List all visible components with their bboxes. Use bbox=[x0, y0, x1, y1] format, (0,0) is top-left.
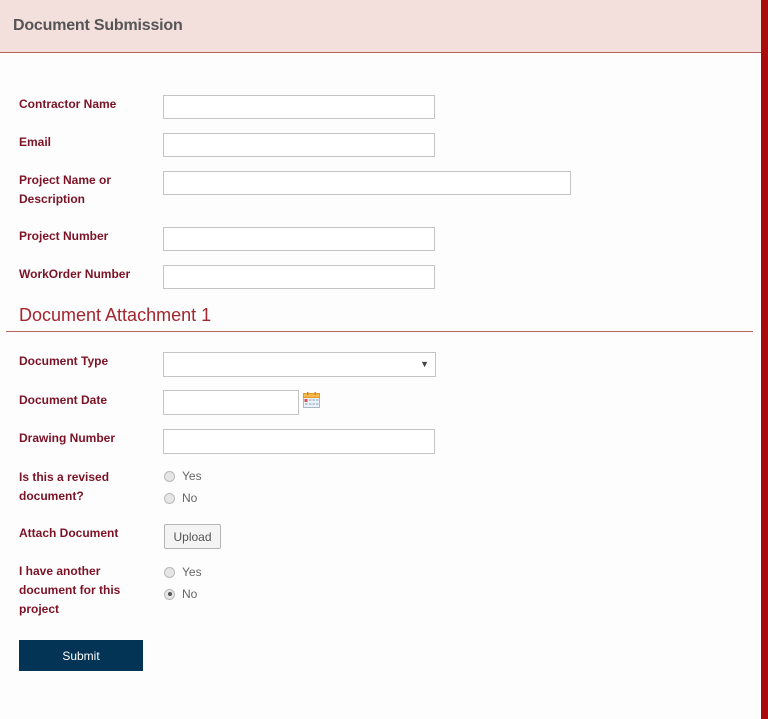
document-date-input[interactable] bbox=[163, 390, 299, 415]
another-label-line3: project bbox=[19, 602, 60, 616]
calendar-icon[interactable] bbox=[303, 392, 320, 408]
document-type-label: Document Type bbox=[19, 354, 109, 368]
caret-down-icon: ▼ bbox=[420, 359, 429, 369]
contractor-name-label: Contractor Name bbox=[19, 97, 117, 111]
submit-button[interactable]: Submit bbox=[19, 640, 143, 671]
email-label: Email bbox=[19, 135, 52, 149]
drawing-number-label: Drawing Number bbox=[19, 431, 116, 445]
revised-label-line1: Is this a revised bbox=[19, 470, 110, 484]
contractor-name-input[interactable] bbox=[163, 95, 435, 119]
another-no-option[interactable]: No bbox=[164, 585, 197, 603]
another-label-line2: document for this bbox=[19, 583, 121, 597]
revised-yes-radio[interactable] bbox=[164, 470, 175, 482]
workorder-number-input[interactable] bbox=[163, 265, 435, 289]
page-title: Document Submission bbox=[13, 17, 183, 34]
another-yes-label: Yes bbox=[182, 565, 202, 579]
project-name-label-line1: Project Name or bbox=[19, 173, 112, 187]
section-title: Document Attachment 1 bbox=[19, 305, 212, 325]
another-document-label: I have another document for this project bbox=[19, 562, 120, 619]
document-date-label: Document Date bbox=[19, 393, 108, 407]
another-no-radio[interactable] bbox=[164, 588, 175, 600]
revised-label-line2: document? bbox=[19, 489, 84, 503]
revised-no-radio[interactable] bbox=[164, 492, 175, 504]
revised-yes-option[interactable]: Yes bbox=[164, 467, 202, 485]
attach-document-label: Attach Document bbox=[19, 526, 119, 540]
another-no-label: No bbox=[182, 587, 198, 601]
document-type-select[interactable]: ▼ bbox=[163, 352, 436, 377]
revised-no-label: No bbox=[182, 491, 198, 505]
project-name-label: Project Name or Description bbox=[19, 171, 111, 209]
project-number-input[interactable] bbox=[163, 227, 435, 251]
project-number-label: Project Number bbox=[19, 229, 109, 243]
another-yes-option[interactable]: Yes bbox=[164, 563, 202, 581]
section-divider bbox=[6, 331, 753, 332]
upload-button[interactable]: Upload bbox=[164, 524, 221, 549]
drawing-number-input[interactable] bbox=[163, 429, 435, 454]
right-accent-bar bbox=[761, 0, 768, 719]
page-header: Document Submission bbox=[0, 0, 761, 53]
project-name-input[interactable] bbox=[163, 171, 571, 195]
workorder-number-label: WorkOrder Number bbox=[19, 267, 131, 281]
project-name-label-line2: Description bbox=[19, 192, 86, 206]
revised-yes-label: Yes bbox=[182, 469, 202, 483]
email-input[interactable] bbox=[163, 133, 435, 157]
another-label-line1: I have another bbox=[19, 564, 101, 578]
another-yes-radio[interactable] bbox=[164, 566, 175, 578]
revised-no-option[interactable]: No bbox=[164, 489, 197, 507]
revised-label: Is this a revised document? bbox=[19, 468, 109, 506]
